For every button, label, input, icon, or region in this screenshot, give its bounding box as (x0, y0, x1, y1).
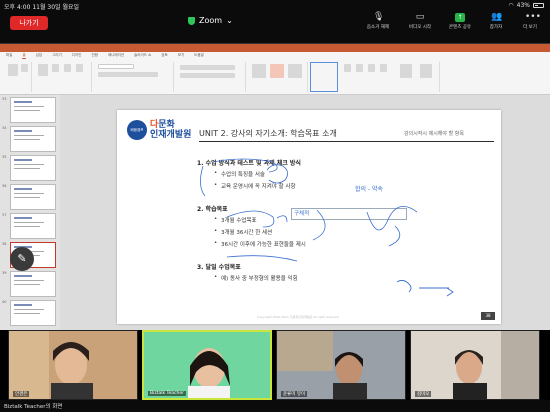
tab-animations[interactable]: 애니메이션 (108, 52, 124, 59)
slide-thumbnail[interactable] (10, 155, 56, 181)
ribbon-group-editing (340, 62, 440, 92)
more-icon: ••• (525, 12, 541, 22)
wifi-icon: ◠ (508, 2, 514, 9)
slide-footer: Copyright 2020-2021 다문화인재개발원 All right r… (257, 315, 339, 319)
video-tile-active-speaker[interactable]: Biztalk Teacher (142, 330, 272, 400)
thumb-number: 37 (2, 213, 7, 217)
thumb-number: 40 (2, 300, 7, 304)
ribbon-group-paragraph (176, 62, 246, 92)
share-content-button[interactable]: ↑ 콘텐츠 공유 (440, 13, 480, 30)
slide-thumbnail[interactable] (10, 271, 56, 297)
battery-percent: 43% (516, 2, 530, 9)
thumb-number: 38 (2, 242, 7, 246)
start-video-button[interactable]: ▭ 비디오 시작 (400, 12, 440, 31)
slide-thumbnail-pane: 33 34 35 36 37 38 39 40 (0, 95, 60, 331)
thumb-number: 34 (2, 126, 7, 130)
participant-name: 김미오 (415, 391, 432, 397)
pencil-icon: ✎ (17, 252, 27, 265)
thumb-number: 36 (2, 184, 7, 188)
ppt-ribbon (0, 59, 550, 95)
tab-review[interactable]: 검토 (161, 52, 167, 59)
slide-thumbnail[interactable] (10, 213, 56, 239)
participant-name: 안경은 (13, 391, 30, 397)
slide-thumbnail[interactable] (10, 97, 56, 123)
chevron-down-icon: ⌄ (226, 16, 233, 25)
slide-thumbnail[interactable] (10, 126, 56, 152)
tab-home[interactable]: 홈 (22, 52, 26, 59)
video-tile[interactable]: 김미오 (410, 330, 540, 400)
tab-slideshow[interactable]: 슬라이드 쇼 (134, 52, 151, 59)
thumb-number: 35 (2, 155, 7, 159)
thumb-number: 33 (2, 97, 7, 101)
tab-file[interactable]: 파일 (6, 52, 12, 59)
more-button[interactable]: ••• 더 보기 (510, 12, 550, 31)
ribbon-group-slides (34, 62, 92, 92)
video-tile[interactable]: 윤류미 뮤이 (276, 330, 406, 400)
participant-name: 윤류미 뮤이 (281, 391, 308, 397)
share-icon: ↑ (455, 13, 465, 22)
status-right: ◠ 43% (508, 2, 544, 9)
participant-video (411, 331, 539, 399)
video-strip: 안경은 Biztalk Teacher 윤류미 뮤이 김미오 (0, 330, 550, 400)
unmute-button[interactable]: 🎙 음소거 해제 (358, 12, 398, 31)
tab-help[interactable]: 도움말 (194, 52, 204, 59)
tab-transitions[interactable]: 전환 (91, 52, 97, 59)
ppt-menu-tabs: 파일 홈 삽입 그리기 디자인 전환 애니메이션 슬라이드 쇼 검토 보기 도움… (0, 52, 550, 59)
tab-draw[interactable]: 그리기 (52, 52, 62, 59)
ribbon-group-drawing (248, 62, 308, 92)
ipad-status-bar: 오후 4:00 11월 30일 월요일 ◠ 43% (0, 0, 550, 11)
slide-thumbnail[interactable] (10, 184, 56, 210)
tab-insert[interactable]: 삽입 (36, 52, 42, 59)
ppt-titlebar (0, 44, 550, 52)
tab-design[interactable]: 디자인 (72, 52, 82, 59)
ribbon-highlight-box (310, 62, 338, 92)
ribbon-group-clipboard (4, 62, 32, 92)
participant-name: Biztalk Teacher (148, 391, 186, 396)
shield-icon (188, 16, 195, 25)
ribbon-group-font (94, 62, 174, 92)
annotate-pen-button[interactable]: ✎ (10, 247, 34, 271)
slide: 배움캠프 다문화 인재개발원 UNIT 2. 강사의 자기소개: 학습목표 소개… (117, 110, 501, 324)
zoom-title[interactable]: Zoom ⌄ (188, 16, 233, 25)
tab-view[interactable]: 보기 (178, 52, 184, 59)
battery-icon (533, 3, 544, 8)
screen-share-owner-label: Biztalk Teacher의 화면 (4, 404, 63, 410)
participants-icon: 👥 (491, 12, 503, 22)
thumb-number: 39 (2, 271, 7, 275)
slide-thumbnail[interactable] (10, 300, 56, 326)
participant-video (9, 331, 137, 399)
participant-video (277, 331, 405, 399)
mic-off-icon: 🎙 (373, 12, 385, 22)
slide-page-number: 38 (481, 312, 495, 320)
ink-annotations (200, 158, 454, 297)
video-tile[interactable]: 안경은 (8, 330, 138, 400)
leave-button[interactable]: 나가기 (10, 16, 48, 30)
video-off-icon: ▭ (415, 12, 425, 22)
participant-video (144, 332, 270, 398)
status-time: 오후 4:00 11월 30일 월요일 (4, 4, 80, 11)
